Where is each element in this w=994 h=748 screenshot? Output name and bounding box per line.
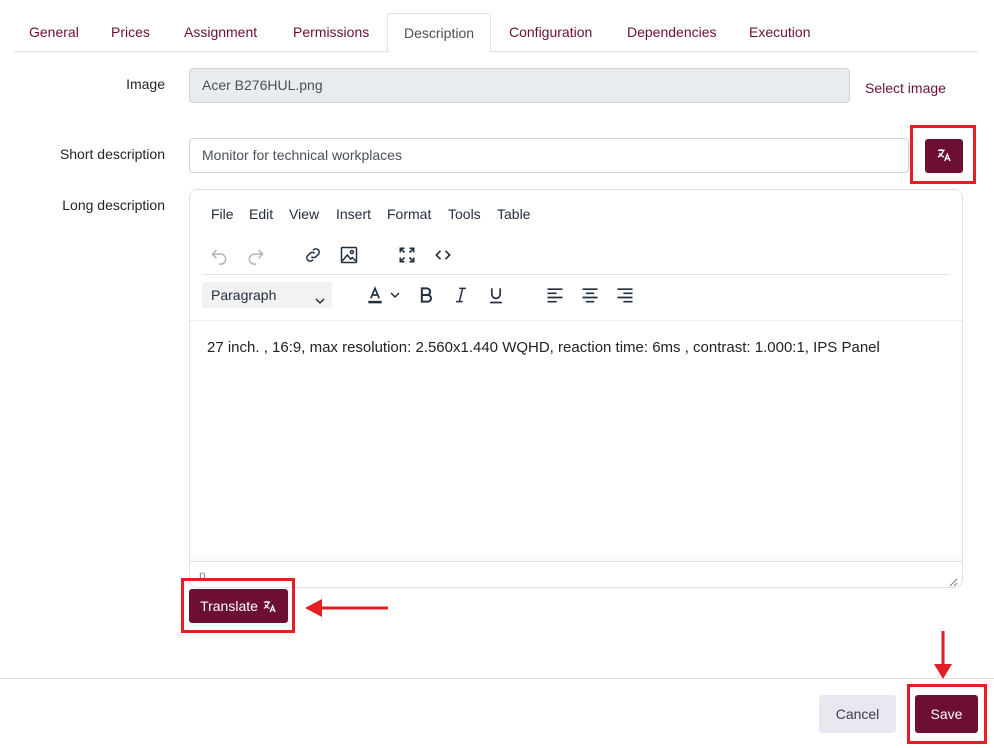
link-icon[interactable] xyxy=(301,243,325,267)
block-format-select[interactable]: Paragraph xyxy=(202,282,332,308)
tab-execution[interactable]: Execution xyxy=(733,13,826,52)
text-color-dropdown-icon[interactable] xyxy=(388,283,402,307)
annotation-box-save-button xyxy=(907,684,987,744)
menu-table[interactable]: Table xyxy=(497,206,530,222)
code-icon[interactable] xyxy=(431,243,455,267)
menu-insert[interactable]: Insert xyxy=(336,206,371,222)
tab-configuration[interactable]: Configuration xyxy=(493,13,608,52)
tab-permissions[interactable]: Permissions xyxy=(277,13,385,52)
block-format-value: Paragraph xyxy=(211,287,277,303)
tab-prices[interactable]: Prices xyxy=(95,13,166,52)
bold-icon[interactable] xyxy=(414,283,438,307)
menu-file[interactable]: File xyxy=(211,206,234,222)
short-description-input[interactable]: Monitor for technical workplaces xyxy=(189,138,909,173)
footer-divider xyxy=(0,678,994,679)
annotation-arrow-left xyxy=(305,599,388,617)
undo-icon[interactable] xyxy=(207,243,231,267)
tab-assignment[interactable]: Assignment xyxy=(168,13,273,52)
editor-content-area[interactable]: 27 inch. , 16:9, max resolution: 2.560x1… xyxy=(190,320,962,561)
annotation-box-translate-button xyxy=(181,578,295,633)
align-left-icon[interactable] xyxy=(543,283,567,307)
image-icon[interactable] xyxy=(337,243,361,267)
underline-icon[interactable] xyxy=(484,283,508,307)
redo-icon[interactable] xyxy=(244,243,268,267)
toolbar-divider xyxy=(202,274,950,275)
select-image-link[interactable]: Select image xyxy=(865,80,946,96)
tab-bar: General Prices Assignment Permissions De… xyxy=(13,13,979,53)
editor-statusbar: p xyxy=(190,561,962,587)
annotation-arrow-down xyxy=(934,631,952,679)
tab-description[interactable]: Description xyxy=(387,13,492,53)
resize-handle-icon[interactable] xyxy=(948,574,958,587)
annotation-box-translate-icon xyxy=(910,125,976,184)
rich-text-editor: File Edit View Insert Format Tools Table… xyxy=(189,189,963,588)
tab-dependencies[interactable]: Dependencies xyxy=(611,13,733,52)
tab-general[interactable]: General xyxy=(13,13,95,52)
image-label: Image xyxy=(126,76,165,92)
editor-content-text[interactable]: 27 inch. , 16:9, max resolution: 2.560x1… xyxy=(207,339,880,356)
menu-edit[interactable]: Edit xyxy=(249,206,273,222)
menu-tools[interactable]: Tools xyxy=(448,206,481,222)
menu-view[interactable]: View xyxy=(289,206,319,222)
fullscreen-icon[interactable] xyxy=(395,243,419,267)
align-center-icon[interactable] xyxy=(578,283,602,307)
text-color-icon[interactable] xyxy=(363,283,387,307)
short-description-label: Short description xyxy=(59,146,165,162)
cancel-button[interactable]: Cancel xyxy=(819,695,896,733)
italic-icon[interactable] xyxy=(449,283,473,307)
long-description-label: Long description xyxy=(62,197,165,213)
menu-format[interactable]: Format xyxy=(387,206,431,222)
chevron-down-icon xyxy=(314,289,326,305)
align-right-icon[interactable] xyxy=(613,283,637,307)
image-field: Acer B276HUL.png xyxy=(189,68,850,103)
